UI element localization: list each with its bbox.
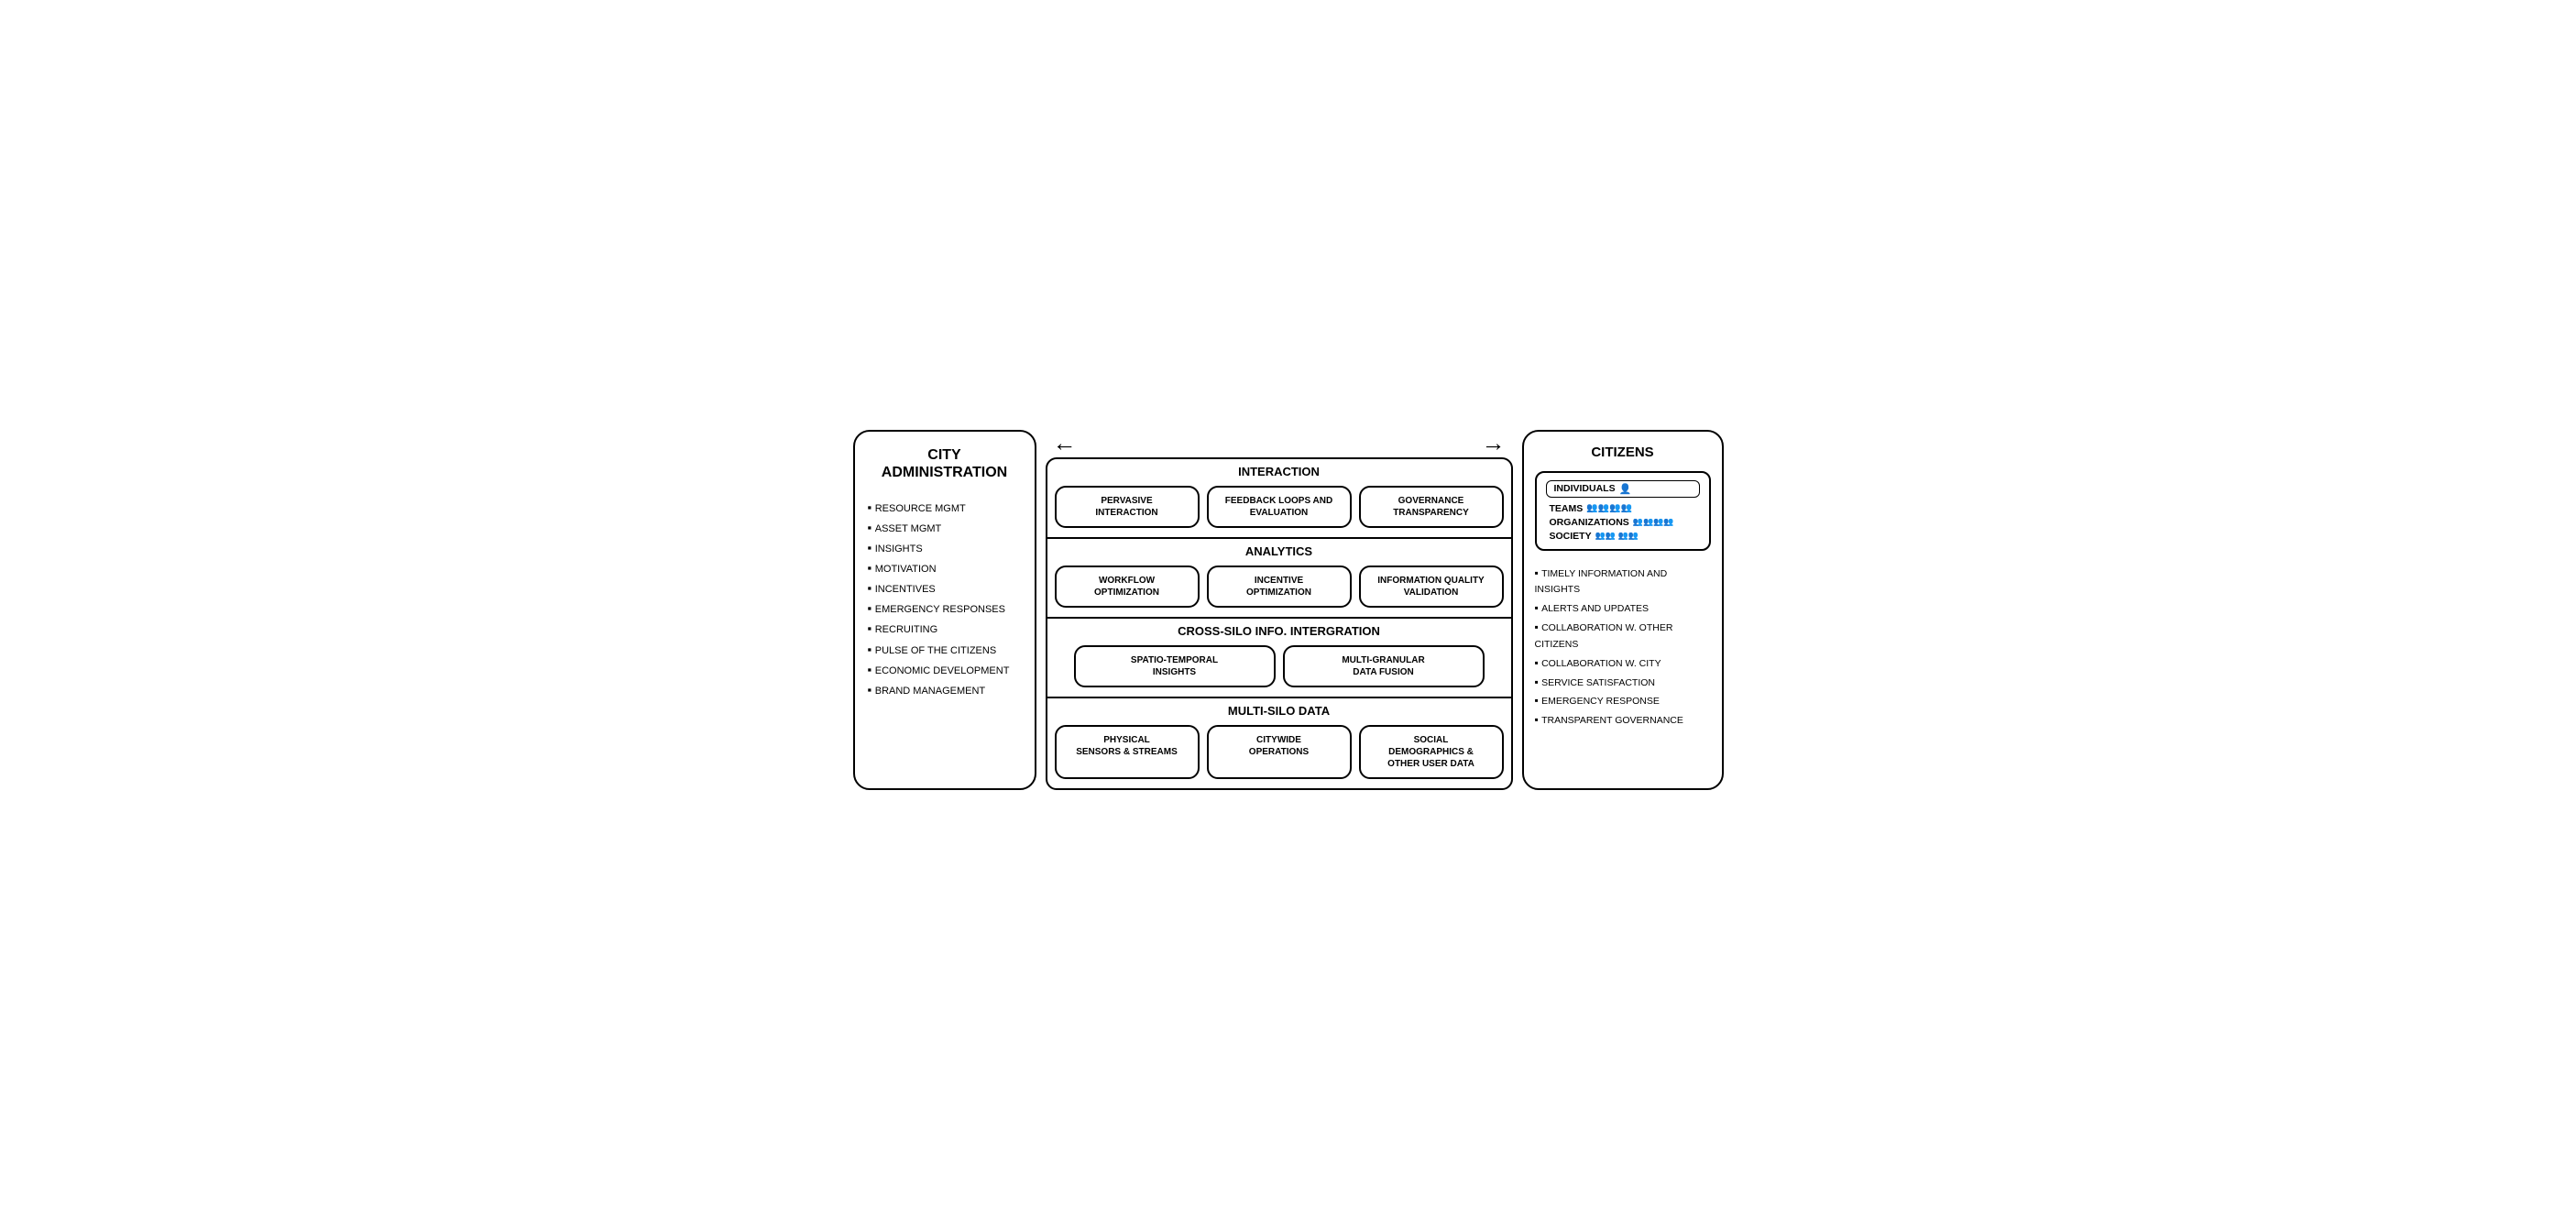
list-item: MOTIVATION [868,558,1022,578]
citizens-inner-box: INDIVIDUALS 👤 TEAMS 👥👥👥👥 ORGANIZATIONS 👥… [1535,471,1711,551]
citizens-organizations-row: ORGANIZATIONS 👥👥👥👥 [1546,517,1700,528]
city-admin-title: CITYADMINISTRATION [868,446,1022,481]
city-admin-list: RESOURCE MGMT ASSET MGMT INSIGHTS MOTIVA… [868,498,1022,700]
list-item: INSIGHTS [868,538,1022,558]
list-item: COLLABORATION W. OTHER CITIZENS [1535,618,1711,653]
arrows-row: ← → [1046,430,1513,456]
card-spatio-temporal: SPATIO-TEMPORALINSIGHTS [1074,645,1276,687]
multisilo-title: MULTI-SILO DATA [1055,704,1504,718]
list-item: PULSE OF THE CITIZENS [868,640,1022,660]
list-item: SERVICE SATISFACTION [1535,673,1711,692]
society-icons: 👥👥 👥👥 [1595,531,1639,541]
list-item: RESOURCE MGMT [868,498,1022,518]
middle-panel: ← → INTERACTION PERVASIVEINTERACTION FEE… [1046,430,1513,790]
right-arrow-icon: → [1482,431,1506,455]
citizens-society-row: SOCIETY 👥👥 👥👥 [1546,531,1700,542]
organizations-icons: 👥👥👥👥 [1633,517,1674,527]
main-content-box: INTERACTION PERVASIVEINTERACTION FEEDBAC… [1046,457,1513,790]
teams-icons: 👥👥👥👥 [1586,503,1632,513]
list-item: ALERTS AND UPDATES [1535,599,1711,618]
list-item: EMERGENCY RESPONSES [868,599,1022,619]
crosssilo-cards: SPATIO-TEMPORALINSIGHTS MULTI-GRANULARDA… [1055,645,1504,687]
section-interaction: INTERACTION PERVASIVEINTERACTION FEEDBAC… [1047,459,1511,539]
list-item: ASSET MGMT [868,518,1022,538]
section-crosssilo: CROSS-SILO INFO. INTERGRATION SPATIO-TEM… [1047,619,1511,698]
analytics-title: ANALYTICS [1055,544,1504,558]
citizens-individuals-row: INDIVIDUALS 👤 [1546,480,1700,498]
list-item: COLLABORATION W. CITY [1535,653,1711,673]
teams-label: TEAMS [1550,503,1584,514]
organizations-label: ORGANIZATIONS [1550,517,1629,528]
society-label: SOCIETY [1550,531,1592,542]
list-item: EMERGENCY RESPONSE [1535,691,1711,710]
card-citywide-operations: CITYWIDEOPERATIONS [1207,725,1352,779]
citizens-services-list: TIMELY INFORMATION AND INSIGHTS ALERTS A… [1535,564,1711,730]
card-pervasive-interaction: PERVASIVEINTERACTION [1055,486,1200,528]
crosssilo-title: CROSS-SILO INFO. INTERGRATION [1055,624,1504,638]
analytics-cards: WORKFLOWOPTIMIZATION INCENTIVEOPTIMIZATI… [1055,566,1504,608]
list-item: BRAND MANAGEMENT [868,680,1022,700]
individuals-icon: 👤 [1619,483,1632,495]
card-social-demographics: SOCIALDEMOGRAPHICS &OTHER USER DATA [1359,725,1504,779]
citizens-teams-row: TEAMS 👥👥👥👥 [1546,503,1700,514]
right-panel-citizens: CITIZENS INDIVIDUALS 👤 TEAMS 👥👥👥👥 ORGANI… [1522,430,1724,790]
section-multisilo: MULTI-SILO DATA PHYSICALSENSORS & STREAM… [1047,698,1511,788]
interaction-title: INTERACTION [1055,465,1504,478]
list-item: TIMELY INFORMATION AND INSIGHTS [1535,564,1711,599]
list-item: TRANSPARENT GOVERNANCE [1535,710,1711,730]
card-feedback-loops: FEEDBACK LOOPS ANDEVALUATION [1207,486,1352,528]
left-arrow-icon: ← [1053,431,1077,455]
individuals-label: INDIVIDUALS [1554,483,1616,494]
list-item: ECONOMIC DEVELOPMENT [868,660,1022,680]
card-workflow-optimization: WORKFLOWOPTIMIZATION [1055,566,1200,608]
citizens-title: CITIZENS [1535,445,1711,460]
left-panel-city-admin: CITYADMINISTRATION RESOURCE MGMT ASSET M… [853,430,1036,790]
multisilo-cards: PHYSICALSENSORS & STREAMS CITYWIDEOPERAT… [1055,725,1504,779]
card-multi-granular: MULTI-GRANULARDATA FUSION [1283,645,1485,687]
list-item: INCENTIVES [868,578,1022,599]
diagram-container: CITYADMINISTRATION RESOURCE MGMT ASSET M… [853,430,1724,790]
card-physical-sensors: PHYSICALSENSORS & STREAMS [1055,725,1200,779]
card-governance-transparency: GOVERNANCETRANSPARENCY [1359,486,1504,528]
interaction-cards: PERVASIVEINTERACTION FEEDBACK LOOPS ANDE… [1055,486,1504,528]
section-analytics: ANALYTICS WORKFLOWOPTIMIZATION INCENTIVE… [1047,539,1511,619]
list-item: RECRUITING [868,619,1022,639]
card-incentive-optimization: INCENTIVEOPTIMIZATION [1207,566,1352,608]
card-information-quality: INFORMATION QUALITYVALIDATION [1359,566,1504,608]
